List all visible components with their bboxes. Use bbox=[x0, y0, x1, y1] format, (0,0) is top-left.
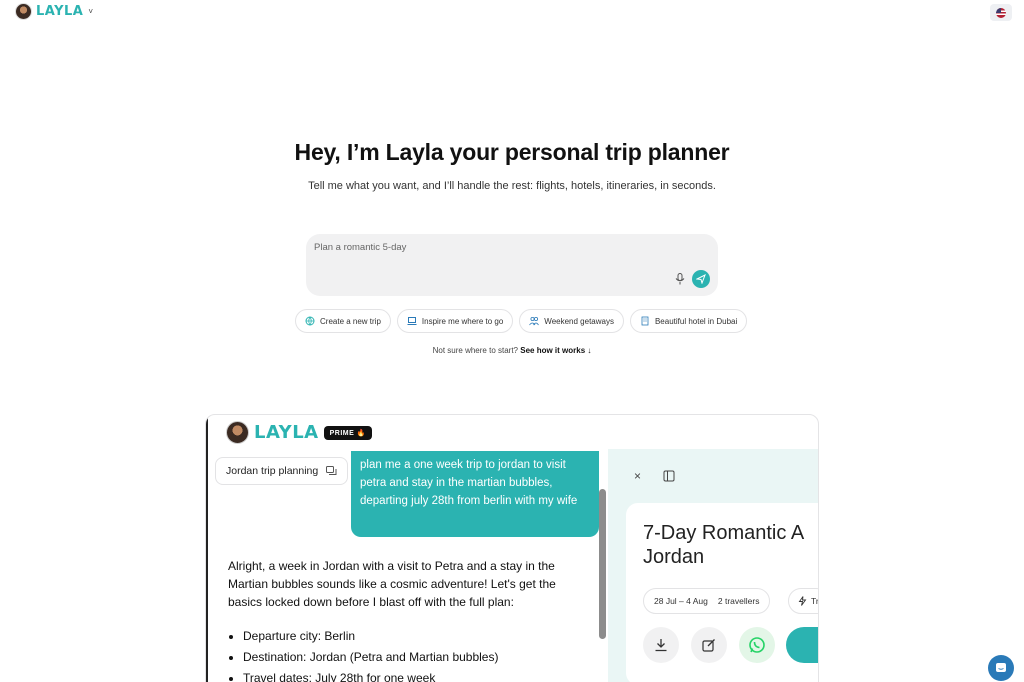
laptop-icon bbox=[407, 316, 417, 326]
trip-selector[interactable]: Jordan trip planning bbox=[215, 457, 349, 485]
preview-brand: LAYLA PRIME 🔥 bbox=[226, 421, 372, 444]
chip-hotel-dubai[interactable]: Beautiful hotel in Dubai bbox=[629, 309, 748, 333]
assistant-bullet-list: Departure city: Berlin Destination: Jord… bbox=[228, 627, 588, 682]
language-selector[interactable] bbox=[990, 4, 1012, 21]
assistant-intro: Alright, a week in Jordan with a visit t… bbox=[228, 559, 556, 609]
prompt-input[interactable] bbox=[314, 242, 654, 253]
trip-title: 7-Day Romantic A Jordan bbox=[643, 521, 818, 569]
list-item: Travel dates: July 28th for one week bbox=[243, 669, 588, 682]
book-trip-button[interactable] bbox=[786, 627, 818, 663]
scrollbar[interactable] bbox=[599, 489, 606, 639]
edit-button[interactable] bbox=[691, 627, 727, 663]
sidebar-toggle-icon[interactable] bbox=[663, 469, 675, 482]
avatar bbox=[15, 3, 32, 20]
help-chat-button[interactable] bbox=[988, 655, 1014, 681]
page-subtitle: Tell me what you want, and I’ll handle t… bbox=[308, 180, 716, 192]
how-it-works-prefix: Not sure where to start? bbox=[432, 346, 518, 355]
whatsapp-button[interactable] bbox=[739, 627, 775, 663]
assistant-message: Alright, a week in Jordan with a visit t… bbox=[228, 557, 588, 682]
top-bar: LAYLA ˅ bbox=[0, 0, 1024, 26]
trip-extra-pill[interactable]: Tr bbox=[788, 588, 819, 614]
prime-badge: PRIME 🔥 bbox=[323, 425, 372, 440]
chip-weekend-getaways[interactable]: Weekend getaways bbox=[519, 309, 624, 333]
chip-create-new-trip[interactable]: Create a new trip bbox=[295, 309, 391, 333]
avatar bbox=[226, 421, 249, 444]
suggestion-chips: Create a new trip Inspire me where to go… bbox=[295, 309, 748, 333]
how-it-works-line: Not sure where to start? See how it work… bbox=[0, 346, 1024, 355]
chat-icon bbox=[326, 465, 337, 475]
flag-us-icon bbox=[996, 7, 1006, 18]
brand-menu[interactable]: LAYLA ˅ bbox=[15, 3, 93, 20]
send-button[interactable] bbox=[692, 270, 710, 288]
list-item: Destination: Jordan (Petra and Martian b… bbox=[243, 648, 588, 666]
app-preview: LAYLA PRIME 🔥 Jordan trip planning plan … bbox=[205, 414, 819, 682]
chat-pane: LAYLA PRIME 🔥 Jordan trip planning plan … bbox=[206, 415, 608, 682]
trip-dates: 28 Jul – 4 Aug bbox=[654, 596, 708, 606]
fire-icon: 🔥 bbox=[356, 429, 366, 437]
close-icon[interactable]: × bbox=[634, 469, 641, 483]
trip-extra-label: Tr bbox=[811, 596, 819, 606]
globe-icon bbox=[305, 316, 315, 326]
bolt-icon bbox=[798, 596, 807, 606]
chip-label: Inspire me where to go bbox=[421, 316, 504, 326]
brand-logo: LAYLA bbox=[36, 4, 84, 19]
microphone-icon[interactable] bbox=[673, 272, 687, 286]
brand-logo: LAYLA bbox=[254, 422, 319, 443]
chip-label: Beautiful hotel in Dubai bbox=[654, 316, 738, 326]
trip-meta-pill[interactable]: 28 Jul – 4 Aug 2 travellers bbox=[643, 588, 771, 614]
chip-label: Create a new trip bbox=[320, 316, 381, 326]
chip-label: Weekend getaways bbox=[544, 316, 614, 326]
user-message: plan me a one week trip to jordan to vis… bbox=[351, 451, 599, 537]
trip-card: 7-Day Romantic A Jordan 28 Jul – 4 Aug 2… bbox=[626, 503, 819, 682]
download-icon bbox=[655, 639, 667, 652]
people-icon bbox=[529, 316, 540, 326]
hotel-icon bbox=[640, 316, 650, 326]
chevron-down-icon: ˅ bbox=[88, 7, 94, 16]
chip-inspire-me[interactable]: Inspire me where to go bbox=[396, 309, 514, 333]
trip-pane: × 7-Day Romantic A Jordan 28 Jul – 4 Aug… bbox=[608, 449, 819, 682]
see-how-it-works-link[interactable]: See how it works ↓ bbox=[520, 346, 591, 355]
send-icon bbox=[696, 274, 706, 284]
whatsapp-icon bbox=[749, 637, 765, 653]
download-button[interactable] bbox=[643, 627, 679, 663]
chat-bubble-icon bbox=[996, 663, 1006, 672]
trip-title-line: Jordan bbox=[643, 546, 705, 568]
prompt-box[interactable] bbox=[306, 234, 718, 296]
page-title: Hey, I’m Layla your personal trip planne… bbox=[294, 139, 730, 165]
trip-title-line: 7-Day Romantic A bbox=[643, 522, 805, 544]
list-item: Departure city: Berlin bbox=[243, 627, 588, 645]
trip-travellers: 2 travellers bbox=[717, 596, 760, 606]
prime-label: PRIME bbox=[329, 429, 355, 437]
edit-icon bbox=[702, 639, 715, 652]
trip-pill-label: Jordan trip planning bbox=[226, 465, 319, 477]
